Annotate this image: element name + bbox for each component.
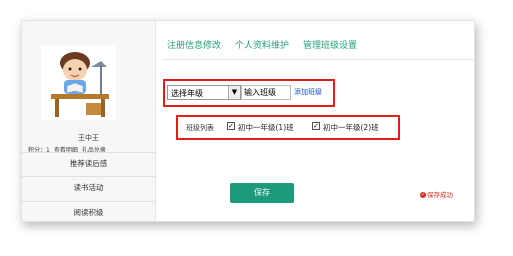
grade-select[interactable]: 选择年级 ▼	[167, 85, 241, 100]
tab-class-settings[interactable]: 管理班级设置	[303, 38, 357, 55]
tab-registration-info[interactable]: 注册信息修改	[167, 38, 221, 55]
sidebar-item-recommended-reviews[interactable]: 推荐读后感	[22, 152, 155, 175]
class-name-input[interactable]: 输入班级	[241, 85, 291, 100]
tab-personal-profile[interactable]: 个人资料维护	[235, 38, 289, 55]
save-button[interactable]: 保存	[230, 183, 294, 203]
class-1-label: 初中一年级(1)班	[238, 123, 294, 132]
class-1-checkbox[interactable]: ✓	[227, 122, 235, 130]
class-list-label: 班级列表	[186, 124, 214, 132]
add-class-link[interactable]: 添加班级	[294, 87, 322, 97]
app-window: 王中王 积分：1 查看明细 礼品兑换 推荐读后感 读书活动 阅读积级 注册信息修改 …	[21, 20, 475, 222]
class-2-label: 初中一年级(2)班	[323, 123, 379, 132]
sidebar: 王中王 积分：1 查看明细 礼品兑换 推荐读后感 读书活动 阅读积级	[22, 21, 156, 221]
sidebar-item-reading-activities[interactable]: 读书活动	[22, 176, 155, 199]
success-icon: ✓	[420, 192, 426, 198]
user-name: 王中王	[78, 134, 99, 142]
save-status: ✓ 保存成功	[420, 189, 453, 199]
user-avatar-image	[41, 45, 116, 120]
grade-select-value: 选择年级	[171, 89, 203, 98]
save-status-text: 保存成功	[427, 191, 453, 199]
chevron-down-icon[interactable]: ▼	[228, 86, 240, 99]
class-2-checkbox[interactable]: ✓	[312, 122, 320, 130]
sidebar-item-reading-level[interactable]: 阅读积级	[22, 201, 155, 221]
tab-bar: 注册信息修改 个人资料维护 管理班级设置	[167, 38, 357, 55]
tab-divider	[162, 59, 474, 60]
